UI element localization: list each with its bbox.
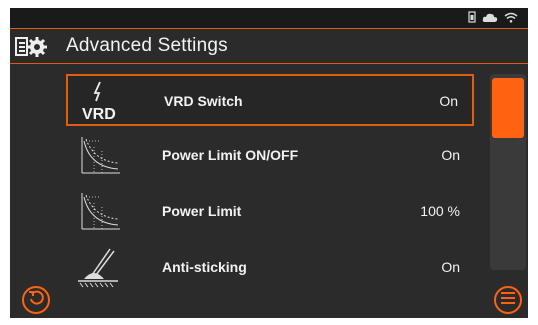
setting-row-power-limit-on-off[interactable]: Power Limit ON/OFF On (66, 130, 474, 182)
setting-value: On (441, 259, 460, 275)
battery-icon (468, 10, 476, 28)
settings-gear-icon (15, 35, 49, 64)
setting-label: Power Limit (162, 203, 242, 219)
setting-label: VRD Switch (164, 93, 243, 109)
vrd-icon: VRD (74, 79, 126, 125)
back-button[interactable] (22, 286, 50, 314)
title-bar: Advanced Settings (10, 28, 528, 64)
setting-value: On (439, 93, 458, 109)
anti-sticking-icon (72, 245, 124, 291)
menu-icon (501, 291, 515, 309)
setting-row-anti-sticking[interactable]: Anti-sticking On (66, 242, 474, 294)
scrollbar-thumb[interactable] (492, 78, 524, 138)
power-limit-curve-icon (72, 133, 124, 179)
page-title: Advanced Settings (66, 35, 228, 56)
status-bar (10, 8, 528, 28)
setting-value: On (441, 147, 460, 163)
cloud-icon (482, 10, 498, 28)
setting-label: Power Limit ON/OFF (162, 147, 299, 163)
menu-button[interactable] (494, 286, 522, 314)
setting-value: 100 % (420, 203, 460, 219)
wifi-icon (504, 10, 518, 28)
setting-label: Anti-sticking (162, 259, 247, 275)
scrollbar[interactable] (490, 74, 526, 270)
setting-row-vrd-switch[interactable]: VRD VRD Switch On (66, 74, 474, 126)
vrd-icon-text: VRD (82, 106, 116, 123)
setting-row-power-limit[interactable]: Power Limit 100 % (66, 186, 474, 238)
device-screen: Advanced Settings VRD VRD Switch On Powe… (10, 8, 528, 318)
power-limit-curve-icon (72, 189, 124, 235)
back-icon (28, 290, 44, 311)
